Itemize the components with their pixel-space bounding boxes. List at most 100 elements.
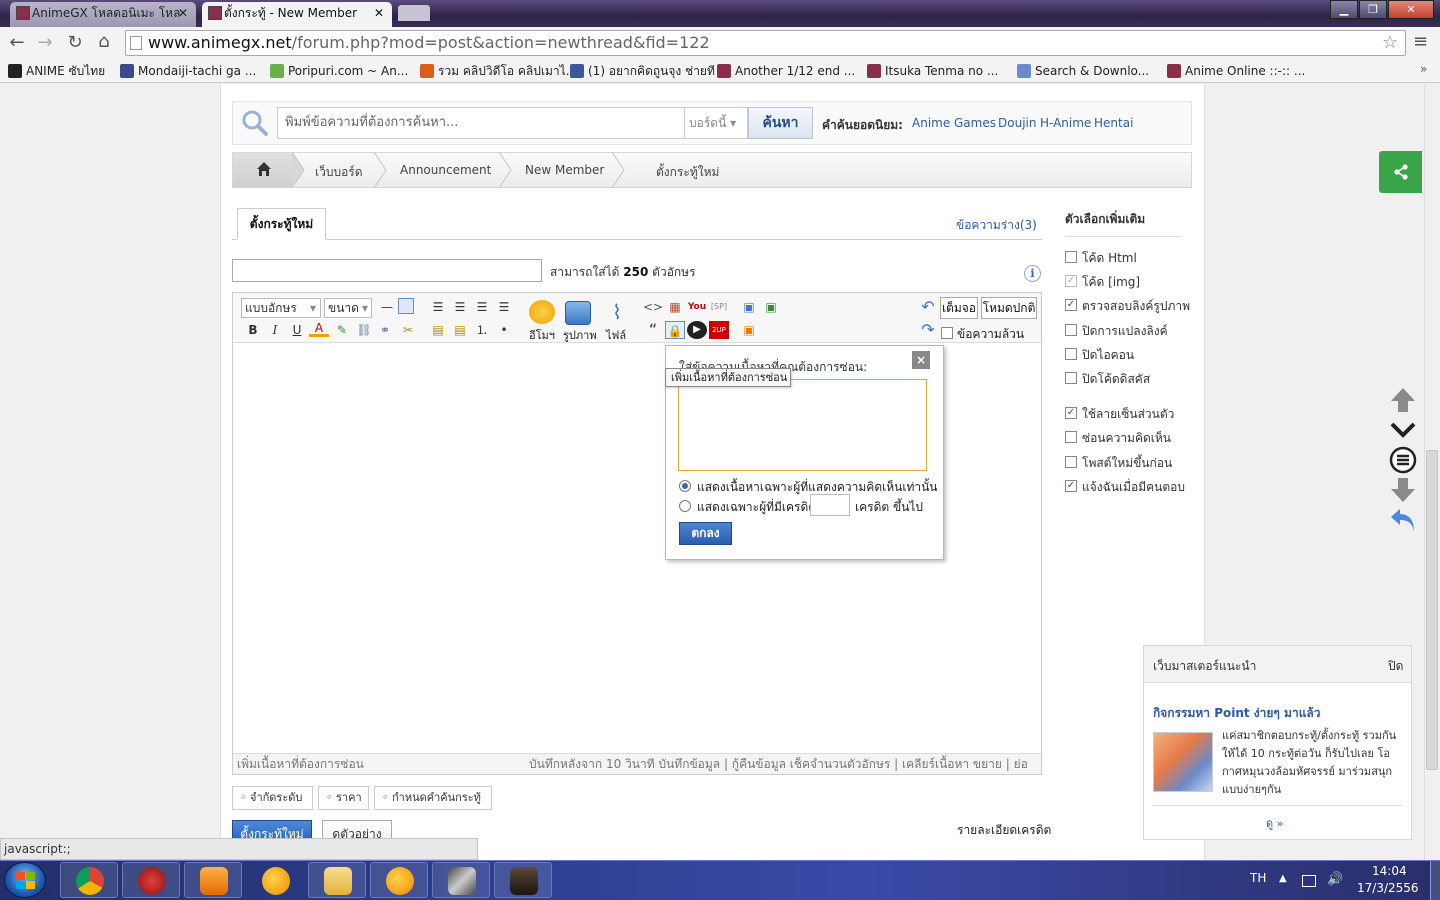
option-checkbox[interactable] xyxy=(1065,348,1077,360)
credit-only-radio[interactable] xyxy=(679,500,691,512)
taskbar-app-2[interactable] xyxy=(432,862,490,898)
attachment-icon[interactable]: ⌇ xyxy=(604,300,630,324)
breadcrumb-item[interactable]: Announcement xyxy=(400,163,491,177)
hot-term-link[interactable]: Anime xyxy=(912,116,950,130)
bookmarks-overflow-icon[interactable]: » xyxy=(1420,62,1427,76)
volume-icon[interactable]: 🔊 xyxy=(1327,872,1343,887)
float-left-icon[interactable]: ▤ xyxy=(428,321,448,339)
template-icon[interactable]: ▣ xyxy=(739,298,759,316)
address-bar[interactable]: www.animegx.net/forum.php?mod=post&actio… xyxy=(125,30,1406,56)
bookmark-star-icon[interactable]: ☆ xyxy=(1382,32,1398,53)
undo-icon[interactable]: ↶ xyxy=(918,298,938,316)
tag-price-button[interactable]: ◦ ราคา xyxy=(318,786,369,810)
language-indicator[interactable]: TH xyxy=(1250,871,1266,885)
sp-icon[interactable]: [SP] xyxy=(709,298,729,316)
credit-detail-link[interactable]: รายละเอียดเครดิต xyxy=(957,821,1051,840)
taskbar-media-player[interactable] xyxy=(184,862,242,898)
media-play-icon[interactable]: ▶ xyxy=(687,321,707,339)
recommend-link[interactable]: กิจกรรมหา Point ง่ายๆ มาแล้ว xyxy=(1153,704,1321,723)
option-checkbox[interactable]: ✓ xyxy=(1065,407,1077,419)
normal-mode-button[interactable]: โหมดปกติ xyxy=(981,297,1037,319)
recommend-more-link[interactable]: ดู » xyxy=(1266,814,1283,832)
breadcrumb-item[interactable]: New Member xyxy=(525,163,604,177)
ok-button[interactable]: ตกลง xyxy=(679,522,732,545)
recommend-thumbnail[interactable] xyxy=(1153,732,1213,792)
close-icon[interactable]: × xyxy=(912,351,930,369)
tab-close-icon[interactable]: ✕ xyxy=(178,2,188,24)
reply-only-radio[interactable] xyxy=(679,480,691,492)
info-icon[interactable]: i xyxy=(1024,265,1041,282)
code-icon[interactable]: <> xyxy=(643,298,663,316)
align-right-icon[interactable]: ☰ xyxy=(472,298,492,316)
option-checkbox[interactable]: ✓ xyxy=(1065,480,1077,492)
list-circle-icon[interactable] xyxy=(1388,445,1418,475)
tray-expand-icon[interactable]: ▲ xyxy=(1279,873,1287,884)
chevron-down-icon[interactable] xyxy=(1388,415,1418,445)
subject-input[interactable] xyxy=(232,259,542,282)
font-family-select[interactable]: แบบอักษร ▾ xyxy=(241,298,321,318)
browser-tab-new-thread[interactable]: ตั้งกระทู้ - New Member ✕ xyxy=(202,2,392,27)
option-checkbox[interactable] xyxy=(1065,324,1077,336)
menu-icon[interactable]: ≡ xyxy=(1413,31,1428,52)
background-color-icon[interactable]: ✎ xyxy=(332,321,352,339)
bookmark-item[interactable]: (1) อยากคิดถูนจุง ช่ายที xyxy=(570,62,715,80)
scrollbar-thumb[interactable] xyxy=(1426,450,1438,770)
fullscreen-button[interactable]: เต็มจอ xyxy=(940,297,978,319)
youtube-icon[interactable]: You xyxy=(687,298,707,316)
bookmark-item[interactable]: Itsuka Tenma no ... xyxy=(867,62,998,80)
insert-icon[interactable]: ▣ xyxy=(761,298,781,316)
page-break-icon[interactable]: ▣ xyxy=(739,321,759,339)
table-icon[interactable] xyxy=(398,298,414,314)
back-return-icon[interactable] xyxy=(1388,505,1418,535)
hidden-content-textarea[interactable] xyxy=(678,379,927,471)
taskbar-game[interactable] xyxy=(494,862,552,898)
taskbar-messenger[interactable] xyxy=(246,862,304,898)
search-scope-select[interactable]: บอร์ดนี้ ▾ xyxy=(685,107,748,139)
reload-icon[interactable]: ↻ xyxy=(64,32,86,53)
bullet-list-icon[interactable]: • xyxy=(494,321,514,339)
one2up-icon[interactable]: 2UP xyxy=(709,321,729,339)
tag-keywords-button[interactable]: ◦ กำหนดคำค้นกระทู้ xyxy=(374,786,492,810)
search-input[interactable]: พิมพ์ข้อความที่ต้องการค้นหา... xyxy=(277,107,685,139)
file-label[interactable]: ไฟล์ xyxy=(606,326,626,344)
ordered-list-icon[interactable]: ⒈ xyxy=(472,321,492,339)
align-left-icon[interactable]: ☰ xyxy=(428,298,448,316)
redo-icon[interactable]: ↷ xyxy=(918,321,938,339)
editor-status-actions[interactable]: บันทึกหลังจาก 10 วินาที บันทึกข้อมูล | ก… xyxy=(529,754,1028,774)
bold-icon[interactable]: B xyxy=(243,321,263,339)
bookmark-item[interactable]: Poripuri.com ~ An... xyxy=(270,62,408,80)
hot-term-link[interactable]: Games xyxy=(954,116,996,130)
bookmark-item[interactable]: ANIME ซับไทย xyxy=(8,62,105,80)
font-size-select[interactable]: ขนาด ▾ xyxy=(324,298,372,318)
scroll-top-icon[interactable] xyxy=(1388,385,1418,415)
image-label[interactable]: รูปภาพ xyxy=(563,326,597,344)
tab-close-icon[interactable]: ✕ xyxy=(374,2,384,24)
underline-icon[interactable]: U xyxy=(287,321,307,339)
taskbar-app[interactable] xyxy=(122,862,180,898)
plain-text-checkbox[interactable] xyxy=(941,327,953,339)
recommend-close-link[interactable]: ปิด xyxy=(1388,657,1403,676)
clock-time[interactable]: 14:04 xyxy=(1372,864,1407,878)
image-icon[interactable] xyxy=(565,301,591,325)
show-desktop-button[interactable] xyxy=(1430,861,1440,900)
quote-icon[interactable]: “ xyxy=(643,321,663,339)
emoji-icon[interactable] xyxy=(529,300,555,324)
tag-limit-level-button[interactable]: ◦ จำกัดระดับ xyxy=(232,786,313,810)
option-checkbox[interactable] xyxy=(1065,372,1077,384)
unlink-icon[interactable]: ⚭ xyxy=(375,321,395,339)
breadcrumb-home[interactable] xyxy=(233,153,293,187)
search-button[interactable]: ค้นหา xyxy=(748,107,813,139)
link-icon[interactable]: ⛓ xyxy=(354,321,374,339)
emoji-label[interactable]: อีโมฯ xyxy=(529,326,555,344)
taskbar-explorer[interactable] xyxy=(308,862,366,898)
home-icon[interactable]: ⌂ xyxy=(93,31,115,52)
bookmark-item[interactable]: Mondaiji-tachi ga ... xyxy=(120,62,256,80)
hot-term-link[interactable]: Doujin xyxy=(998,116,1036,130)
tab-new-thread[interactable]: ตั้งกระทู้ใหม่ xyxy=(237,208,326,240)
taskbar-chrome[interactable] xyxy=(60,862,118,898)
window-minimize-button[interactable]: ▁ xyxy=(1330,0,1358,19)
float-right-icon[interactable]: ▤ xyxy=(450,321,470,339)
option-checkbox[interactable] xyxy=(1065,431,1077,443)
network-icon[interactable] xyxy=(1302,875,1316,887)
credit-amount-input[interactable] xyxy=(810,494,850,516)
